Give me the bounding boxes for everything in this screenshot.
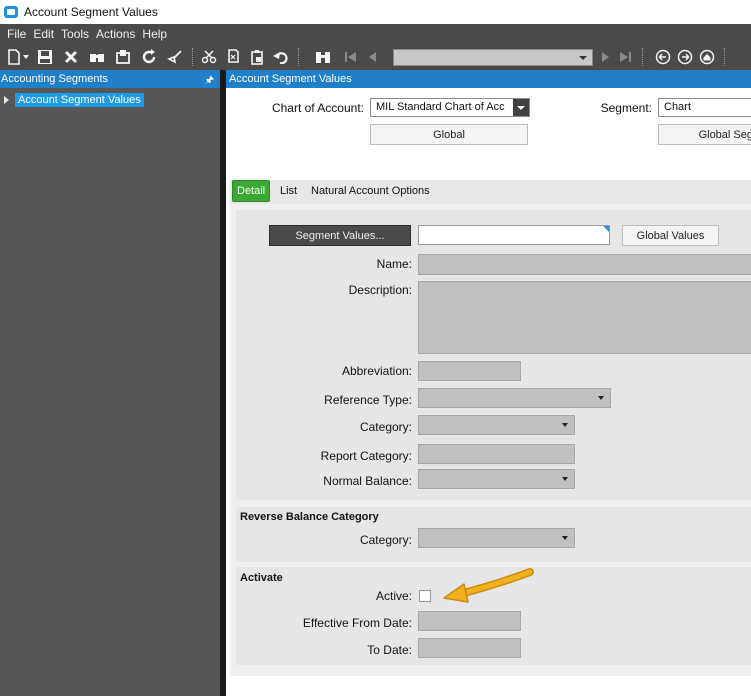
segment-value: Chart: [664, 101, 691, 113]
tree-item-account-segment-values[interactable]: Account Segment Values: [4, 93, 144, 107]
left-panel: Account Segment Values: [0, 88, 220, 696]
menu-actions[interactable]: Actions: [96, 27, 135, 41]
global-button[interactable]: Global: [370, 124, 528, 145]
menu-help[interactable]: Help: [142, 27, 167, 41]
reference-type-select[interactable]: [418, 388, 611, 408]
menu-edit[interactable]: Edit: [33, 27, 54, 41]
clear-icon[interactable]: [166, 48, 184, 66]
global-segment-button[interactable]: Global Seg: [658, 124, 751, 145]
menu-file[interactable]: File: [7, 27, 26, 41]
find-icon[interactable]: [314, 48, 332, 66]
reverse-category-select[interactable]: [418, 528, 575, 548]
to-date-label: To Date:: [367, 643, 412, 657]
name-field[interactable]: [418, 254, 751, 275]
tab-list[interactable]: List: [280, 180, 297, 202]
chevron-down-icon[interactable]: [513, 99, 529, 116]
chevron-down-icon: [579, 56, 587, 60]
paste-icon[interactable]: [248, 48, 266, 66]
copy-icon[interactable]: [224, 48, 242, 66]
segment-values-input[interactable]: [418, 225, 610, 245]
toolbar-separator: [298, 48, 299, 66]
home-icon[interactable]: [698, 48, 716, 66]
category-select[interactable]: [418, 415, 575, 435]
left-panel-title: Accounting Segments: [1, 73, 109, 85]
normal-balance-select[interactable]: [418, 469, 575, 489]
chart-of-account-value: MIL Standard Chart of Acc: [376, 101, 505, 113]
chevron-down-icon: [562, 477, 568, 481]
active-label: Active:: [375, 589, 412, 603]
prev-record-icon[interactable]: [364, 48, 380, 66]
expand-arrow-icon[interactable]: [4, 96, 9, 104]
cut-icon[interactable]: [200, 48, 218, 66]
effective-from-date-field[interactable]: [418, 611, 521, 631]
tab-bar: Detail List Natural Account Options: [230, 180, 751, 204]
tab-natural-account-options[interactable]: Natural Account Options: [311, 180, 430, 202]
tab-detail[interactable]: Detail: [232, 180, 271, 202]
new-icon[interactable]: [6, 48, 22, 66]
chevron-down-icon: [562, 536, 568, 540]
chart-of-account-label: Chart of Account:: [271, 101, 364, 115]
abbreviation-label: Abbreviation:: [341, 364, 412, 378]
tree-item-label[interactable]: Account Segment Values: [15, 93, 144, 107]
toolbar-separator: [642, 48, 643, 66]
back-icon[interactable]: [654, 48, 672, 66]
chevron-down-icon: [562, 423, 568, 427]
menu-bar: File Edit Tools Actions Help: [0, 24, 751, 44]
toolbar-separator: [192, 48, 193, 66]
menu-tools[interactable]: Tools: [61, 27, 89, 41]
dropdown-icon[interactable]: [22, 48, 30, 66]
title-bar: Account Segment Values: [0, 0, 751, 24]
last-record-icon[interactable]: [616, 48, 634, 66]
app-icon: [4, 6, 18, 18]
report-category-field[interactable]: [418, 444, 575, 464]
report-category-label: Report Category:: [320, 449, 412, 463]
refresh-icon[interactable]: [140, 48, 158, 66]
global-values-button[interactable]: Global Values: [622, 225, 719, 246]
description-field[interactable]: [418, 281, 751, 354]
main-panel-header: Account Segment Values: [226, 70, 751, 88]
next-record-icon[interactable]: [598, 48, 614, 66]
window-title: Account Segment Values: [24, 5, 158, 19]
reverse-category-label: Category:: [359, 533, 412, 547]
to-date-field[interactable]: [418, 638, 521, 658]
chart-of-account-select[interactable]: MIL Standard Chart of Acc: [370, 98, 530, 117]
segment-values-button[interactable]: Segment Values...: [269, 225, 411, 246]
record-selector[interactable]: [393, 49, 593, 66]
reference-type-label: Reference Type:: [324, 393, 412, 407]
toolbar-separator: [724, 48, 725, 66]
segment-label: Segment:: [600, 101, 652, 115]
forward-icon[interactable]: [676, 48, 694, 66]
abbreviation-field[interactable]: [418, 361, 521, 381]
chevron-down-icon: [598, 396, 604, 400]
undo-icon[interactable]: [272, 48, 290, 66]
annotation-arrow-icon: [443, 568, 534, 603]
toolbar: [0, 44, 751, 70]
activate-title: Activate: [240, 572, 283, 584]
name-label: Name:: [376, 257, 412, 271]
left-panel-header: Accounting Segments 🖈: [0, 70, 220, 88]
normal-balance-label: Normal Balance:: [323, 474, 412, 488]
effective-from-date-label: Effective From Date:: [302, 616, 412, 630]
description-label: Description:: [348, 283, 412, 297]
attach-icon[interactable]: [114, 48, 132, 66]
main-panel-title: Account Segment Values: [229, 73, 352, 85]
binoculars-icon[interactable]: [88, 48, 106, 66]
segment-select[interactable]: Chart: [658, 98, 751, 117]
active-checkbox[interactable]: [419, 590, 431, 602]
category-label: Category:: [359, 420, 412, 434]
reverse-balance-title: Reverse Balance Category: [240, 511, 379, 523]
delete-icon[interactable]: [62, 48, 80, 66]
first-record-icon[interactable]: [342, 48, 360, 66]
save-icon[interactable]: [36, 48, 54, 66]
